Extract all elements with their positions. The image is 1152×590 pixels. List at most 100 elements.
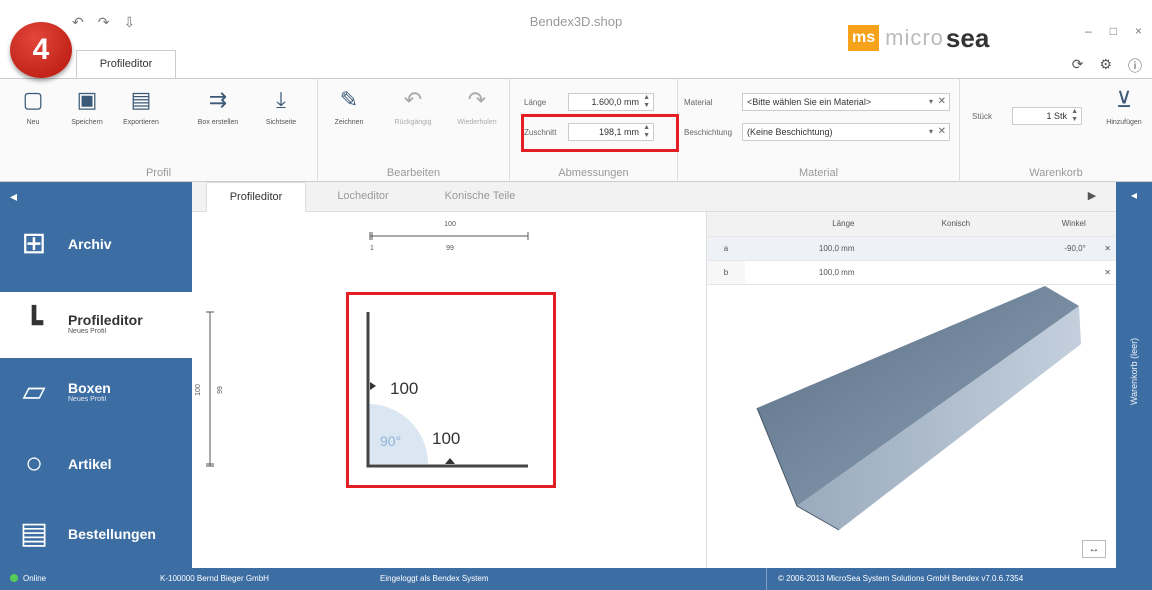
draw-button-label: Zeichnen	[334, 119, 364, 126]
col-konisch[interactable]: Konisch	[860, 212, 977, 237]
collapse-left-icon[interactable]: ◂	[0, 182, 192, 212]
tab-profileditor[interactable]: Profileditor	[206, 182, 306, 212]
redo-button-label: Wiederholen	[457, 119, 497, 126]
save-icon: ▣	[76, 87, 98, 112]
minimize-button[interactable]: –	[1085, 24, 1092, 38]
top-dim-b: 99	[446, 245, 454, 252]
nav-profileditor-sub: Neues Profil	[68, 328, 107, 335]
new-document-icon: ▢	[22, 87, 44, 112]
col-winkel[interactable]: Winkel	[976, 212, 1092, 237]
draw-button[interactable]: ✎ Zeichnen	[324, 87, 374, 126]
laenge-row: Länge 1.600,0 mm ▲ ▼	[524, 93, 654, 111]
tab-konische-teile[interactable]: Konische Teile	[420, 182, 540, 212]
pencil-icon: ✎	[339, 87, 359, 112]
redo-button[interactable]: ↷ Wiederholen	[452, 87, 502, 126]
cart-sidebar[interactable]: ◂ Warenkorb (leer)	[1116, 182, 1152, 568]
login-status: Eingeloggt als Bendex System	[380, 574, 489, 583]
gear-icon[interactable]: ⚙	[1099, 56, 1112, 76]
online-label: Online	[23, 574, 47, 583]
profile-drawing: 100 1 99 100 99 100 100 90°	[195, 221, 529, 468]
collapse-right-icon[interactable]: ◂	[1116, 182, 1152, 202]
row-laenge[interactable]: 100,0 mm	[744, 236, 861, 261]
profile-canvas[interactable]: 100 1 99 100 99 100 100 90°	[192, 212, 706, 568]
angle-label: 90°	[380, 433, 401, 449]
table-header-row: Länge Konisch Winkel	[707, 212, 1117, 237]
row-winkel[interactable]: -90,0°	[976, 236, 1092, 261]
visible-side-button[interactable]: ⤓ Sichtseite	[256, 87, 306, 126]
nav-boxen-sub: Neues Profil	[68, 396, 107, 403]
beschichtung-value: (Keine Beschichtung)	[747, 127, 833, 137]
material-select[interactable]: <Bitte wählen Sie ein Material> ▾ ✕	[742, 93, 950, 111]
segment-b-marker-icon[interactable]	[445, 458, 455, 464]
cart-sidebar-label: Warenkorb (leer)	[1129, 337, 1139, 405]
expand-view-icon[interactable]: ↔	[1082, 540, 1106, 558]
nav-boxen-label: Boxen	[68, 380, 111, 396]
nav-item-bestellungen[interactable]: ▤ Bestellungen	[0, 502, 192, 568]
nav-item-profileditor[interactable]: ┗ Profileditor Neues Profil	[0, 292, 192, 358]
zuschnitt-spinner-icon[interactable]: ▲ ▼	[643, 124, 650, 140]
beschichtung-label: Beschichtung	[684, 127, 733, 137]
visible-side-button-label: Sichtseite	[265, 119, 297, 126]
group-label-bearbeiten: Bearbeiten	[386, 167, 441, 179]
info-icon[interactable]: ⓘ	[1128, 56, 1142, 76]
material-row: Material <Bitte wählen Sie ein Material>…	[684, 93, 950, 111]
circle-icon: ○	[24, 447, 44, 480]
profile-3d-preview[interactable]	[707, 268, 1117, 568]
ribbon-tab-profileditor[interactable]: Profileditor	[76, 50, 176, 78]
chevron-down-icon[interactable]: ▾	[929, 124, 933, 140]
grid-icon: ⊞	[21, 227, 47, 260]
delete-row-icon[interactable]: ✕	[1091, 236, 1117, 261]
ribbon-group-warenkorb: Stück 1 Stk ▲ ▼ ⊻ Hinzufügen Warenkorb	[960, 79, 1152, 183]
undo-icon: ↶	[403, 87, 423, 112]
close-button[interactable]: ×	[1135, 24, 1142, 38]
brand-ms: ms	[848, 25, 880, 51]
nav-profileditor-label: Profileditor	[68, 312, 143, 328]
window-controls: – □ ×	[1085, 24, 1142, 38]
step-badge: 4	[10, 22, 72, 78]
row-key: a	[707, 236, 745, 261]
ribbon-group-material: Material <Bitte wählen Sie ein Material>…	[678, 79, 960, 183]
ribbon-group-profil: ▢ Neu ▣ Speichern ▤ Exportieren ⇉ Box er…	[0, 79, 318, 183]
table-row[interactable]: a 100,0 mm -90,0° ✕	[707, 236, 1117, 261]
laenge-input[interactable]: 1.600,0 mm ▲ ▼	[568, 93, 654, 111]
save-button[interactable]: ▣ Speichern	[62, 87, 112, 126]
undo-button[interactable]: ↶ Rückgängig	[388, 87, 438, 126]
stueck-spinner-icon[interactable]: ▲ ▼	[1071, 108, 1078, 124]
add-to-cart-button[interactable]: ⊻ Hinzufügen	[1096, 87, 1152, 126]
visible-side-icon: ⤓	[276, 87, 286, 112]
col-laenge[interactable]: Länge	[744, 212, 861, 237]
export-button[interactable]: ▤ Exportieren	[116, 87, 166, 126]
stueck-input[interactable]: 1 Stk ▲ ▼	[1012, 107, 1082, 125]
copyright-status: © 2006-2013 MicroSea System Solutions Gm…	[778, 574, 1024, 583]
beschichtung-row: Beschichtung (Keine Beschichtung) ▾ ✕	[684, 123, 950, 141]
segment-b-length: 100	[432, 429, 460, 448]
zuschnitt-label: Zuschnitt	[524, 127, 557, 137]
maximize-button[interactable]: □	[1110, 24, 1117, 38]
beschichtung-select[interactable]: (Keine Beschichtung) ▾ ✕	[742, 123, 950, 141]
create-box-button[interactable]: ⇉ Box erstellen	[188, 87, 248, 126]
row-konisch[interactable]	[860, 236, 977, 261]
customer-status: K-100000 Bernd Bieger GmbH	[160, 574, 269, 583]
nav-item-boxen[interactable]: ▱ Boxen Neues Profil	[0, 360, 192, 426]
col-delete	[1091, 212, 1117, 237]
clear-beschichtung-icon[interactable]: ✕	[938, 124, 946, 140]
table-next-icon[interactable]: ▶	[1072, 182, 1112, 212]
segment-a-marker-icon[interactable]	[370, 382, 376, 390]
nav-item-artikel[interactable]: ○ Artikel	[0, 432, 192, 498]
zuschnitt-value: 198,1 mm	[598, 127, 639, 137]
stueck-row: Stück 1 Stk ▲ ▼	[972, 107, 1082, 125]
segment-a-length: 100	[390, 379, 418, 398]
clear-material-icon[interactable]: ✕	[938, 94, 946, 110]
chevron-down-icon[interactable]: ▾	[929, 94, 933, 110]
tab-locheditor[interactable]: Locheditor	[318, 182, 408, 212]
stueck-label: Stück	[972, 111, 993, 121]
refresh-icon[interactable]: ⟳	[1072, 56, 1084, 76]
left-dim-total: 100	[195, 384, 202, 396]
nav-archiv-label: Archiv	[68, 236, 112, 252]
material-label: Material	[684, 97, 713, 107]
brand-sea: sea	[945, 22, 990, 53]
zuschnitt-input[interactable]: 198,1 mm ▲ ▼	[568, 123, 654, 141]
new-button[interactable]: ▢ Neu	[8, 87, 58, 126]
laenge-spinner-icon[interactable]: ▲ ▼	[643, 94, 650, 110]
nav-item-archiv[interactable]: ⊞ Archiv	[0, 212, 192, 278]
